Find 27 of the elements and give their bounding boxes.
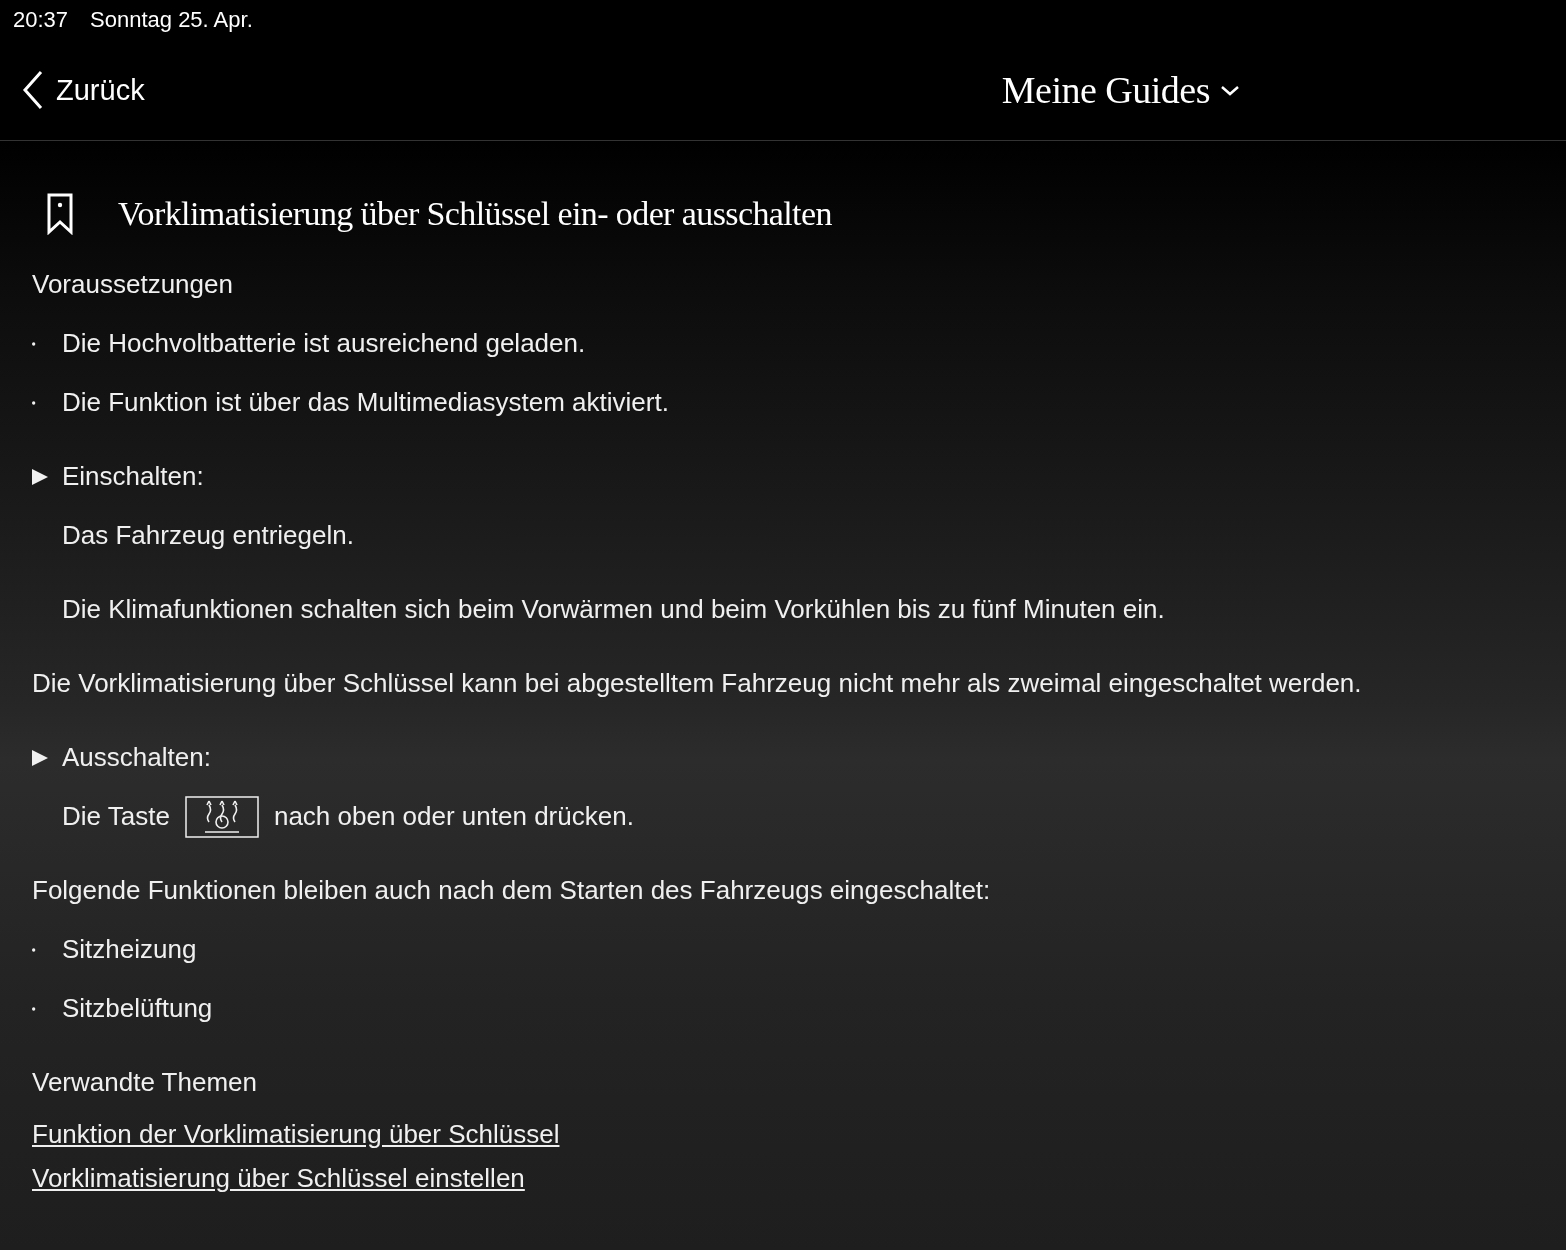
bullet-text: Die Funktion ist über das Multimediasystem aktiviert. <box>62 387 669 418</box>
step-label: Ausschalten: <box>62 742 211 773</box>
article-title: Vorklimatisierung über Schlüssel ein- oder ausschalten <box>118 195 832 233</box>
back-button[interactable]: Zurück <box>22 70 145 110</box>
step-label: Einschalten: <box>62 461 204 492</box>
step-text: Das Fahrzeug entriegeln. <box>62 520 354 551</box>
related-link[interactable]: Funktion der Vorklimatisierung über Schlüssel <box>32 1112 560 1156</box>
step-text: nach oben oder unten drücken. <box>273 801 634 832</box>
chevron-down-icon <box>1220 84 1240 96</box>
step-text: Die Klimafunktionen schalten sich beim Vorwärmen und beim Vorkühlen bis zu fünf Minuten ein. <box>62 594 1165 625</box>
bullet-text: Die Hochvoltbatterie ist ausreichend geladen. <box>62 328 586 359</box>
paragraph: Folgende Funktionen bleiben auch nach dem Starten des Fahrzeugs eingeschaltet: <box>32 875 991 906</box>
related-link[interactable]: Vorklimatisierung über Schlüssel einstellen <box>32 1156 525 1200</box>
bullet-text: Sitzbelüftung <box>62 993 213 1024</box>
section-heading: Voraussetzungen <box>32 269 233 300</box>
play-icon <box>32 748 48 767</box>
step-text: Die Taste <box>62 801 170 832</box>
chevron-left-icon <box>22 70 44 110</box>
bookmark-icon[interactable] <box>46 193 74 235</box>
section-heading: Verwandte Themen <box>32 1067 257 1098</box>
status-date: Sonntag 25. Apr. <box>90 7 253 33</box>
play-icon <box>32 467 48 486</box>
guides-menu[interactable]: Meine Guides <box>1001 68 1240 112</box>
climate-key-icon <box>184 795 259 838</box>
paragraph: Die Vorklimatisierung über Schlüssel kann bei abgestelltem Fahrzeug nicht mehr als zweimal eingeschaltet werden. <box>32 668 1362 699</box>
status-time: 20:37 <box>13 7 69 33</box>
bullet-text: Sitzheizung <box>62 934 197 965</box>
